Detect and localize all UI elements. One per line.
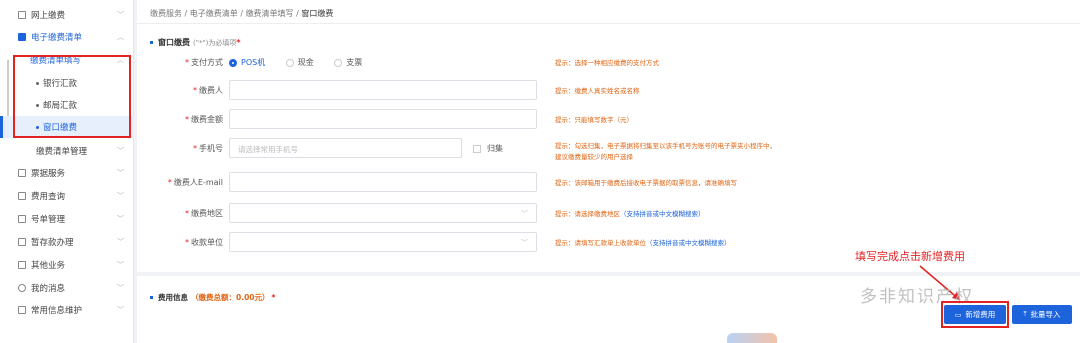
amount-hint: 提示：只能填写数字（元） [555,116,633,124]
chevron-down-icon: ﹀ [521,210,528,218]
illustration [727,333,777,343]
section-title: 窗口缴费 ("*")为必填项 * [150,37,241,48]
region-row: * 缴费地区 ﹀ 提示：请选择缴费地区（支持拼音或中文模糊搜索） [137,203,1080,223]
search-icon [18,192,26,200]
sidebar-item-number-manage[interactable]: 号单管理 ﹀ [0,208,134,230]
breadcrumb-current: 窗口缴费 [301,9,334,18]
highlight-box [941,301,1009,328]
chevron-down-icon: ﹀ [117,192,124,200]
payment-icon [18,11,26,19]
sidebar-item-other[interactable]: 其他业务 ﹀ [0,254,134,276]
chevron-down-icon: ﹀ [117,261,124,269]
amount-row: * 缴费金额 提示：只能填写数字（元） [137,109,1080,129]
unit-select[interactable]: ﹀ [229,232,537,252]
deposit-icon [18,238,26,246]
sidebar-item-bill-manage[interactable]: 缴费清单管理 ﹀ [0,140,134,162]
section-marker [150,41,153,44]
collect-checkbox[interactable]: 归集 [473,143,503,154]
phone-row: * 手机号 请选择常用手机号 归集 提示：勾选归集，电子票据将归集至以该手机号为账… [137,138,1080,161]
sidebar-item-fee-query[interactable]: 费用查询 ﹀ [0,185,134,207]
region-select[interactable]: ﹀ [229,203,537,223]
payer-input[interactable] [229,80,537,100]
breadcrumb-item[interactable]: 缴费服务 [150,9,182,18]
receipt-icon [18,169,26,177]
sidebar-item-deposit[interactable]: 暂存款办理 ﹀ [0,231,134,253]
settings-icon [18,306,26,314]
section-marker [150,296,153,299]
region-hint: 提示：请选择缴费地区（支持拼音或中文模糊搜索） [555,210,705,218]
radio-check[interactable]: 支票 [334,57,362,68]
breadcrumb: 缴费服务 / 电子缴费清单 / 缴费清单填写 / 窗口缴费 [150,9,334,18]
list-icon [18,215,26,223]
sidebar: 网上缴费 ﹀ 电子缴费清单 ︿ 缴费清单填写 ︿ 银行汇款 邮局汇款 窗口缴费 缴费清… [0,0,134,343]
document-icon [18,33,26,41]
fee-total: （缴费总额：0.00元） [191,293,270,302]
highlight-box [13,55,131,138]
sidebar-item-receipt[interactable]: 票据服务 ﹀ [0,162,134,184]
chevron-down-icon: ﹀ [117,169,124,177]
email-row: * 缴费人E-mail 提示：该邮箱用于缴费后接收电子票据的取票信息，请准确填写 [137,172,1080,192]
radio-pos[interactable]: POS机 [229,57,265,68]
batch-import-button[interactable]: ⤒ 批量导入 [1012,305,1072,324]
payer-row: * 缴费人 提示：缴费人真实姓名或名称 [137,80,1080,100]
breadcrumb-item[interactable]: 电子缴费清单 [190,9,238,18]
sidebar-item-messages[interactable]: 我的消息 ﹀ [0,277,134,299]
pay-method-row: * 支付方式 POS机 现金 支票 提示：选择一种相应缴费的支付方式 [185,57,659,68]
divider [137,23,1080,24]
sidebar-item-online-pay[interactable]: 网上缴费 ﹀ [0,4,134,26]
sidebar-item-common-info[interactable]: 常用信息维护 ﹀ [0,299,134,321]
radio-cash[interactable]: 现金 [285,57,314,68]
chevron-down-icon: ﹀ [117,147,124,155]
unit-hint: 提示：请填写汇款单上收款单位（支持拼音或中文模糊搜索） [555,239,731,247]
chevron-down-icon: ﹀ [117,284,124,292]
chevron-down-icon: ﹀ [117,306,124,314]
pay-method-hint: 提示：选择一种相应缴费的支付方式 [555,59,659,67]
chevron-down-icon: ﹀ [117,238,124,246]
grid-icon [18,261,26,269]
message-icon [18,284,26,292]
sidebar-item-e-bill[interactable]: 电子缴费清单 ︿ [0,26,134,48]
email-input[interactable] [229,172,537,192]
fee-section-title: 费用信息 （缴费总额：0.00元） * [150,292,275,303]
payer-hint: 提示：缴费人真实姓名或名称 [555,87,640,95]
chevron-up-icon: ︿ [117,33,124,41]
chevron-down-icon: ﹀ [117,11,124,19]
upload-icon: ⤒ [1023,310,1027,318]
chevron-down-icon: ﹀ [117,215,124,223]
chevron-down-icon: ﹀ [521,239,528,247]
email-hint: 提示：该邮箱用于缴费后接收电子票据的取票信息，请准确填写 [555,179,737,187]
breadcrumb-item[interactable]: 缴费清单填写 [246,9,294,18]
phone-input[interactable]: 请选择常用手机号 [229,138,462,158]
amount-input[interactable] [229,109,537,129]
phone-hint: 提示：勾选归集，电子票据将归集至以该手机号为账号的电子票夹小程序中， 建议缴费量较… [555,142,776,161]
